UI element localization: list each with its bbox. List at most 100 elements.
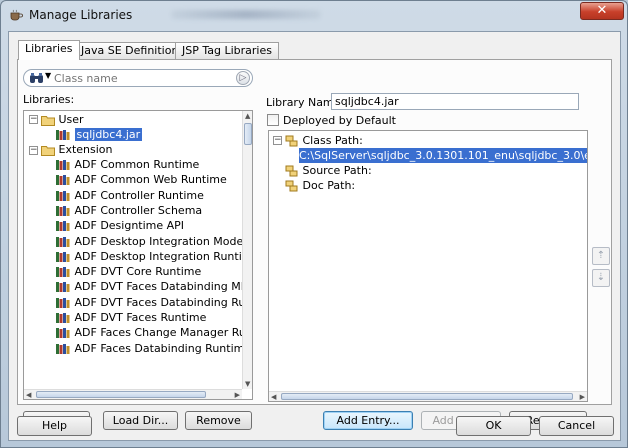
tree-node-extension[interactable]: Extension <box>41 142 113 157</box>
tree-node-label: ADF Designtime API <box>74 219 185 233</box>
tree-horizontal-scrollbar[interactable]: ◀ ▶ <box>24 389 242 399</box>
tree-node-library[interactable]: ADF DVT Faces Runtime <box>55 310 206 325</box>
tree-node-label: ADF DVT Faces Runtime <box>74 311 207 324</box>
tree-node-label: Extension <box>58 143 113 156</box>
source-path-node[interactable]: Source Path: <box>285 163 372 178</box>
library-name-field[interactable] <box>331 93 579 110</box>
tree-node-library[interactable]: ADF Desktop Integration Model API <box>55 234 253 249</box>
scroll-left-icon[interactable]: ◀ <box>271 393 276 401</box>
title-bar: Manage Libraries ✕ <box>1 1 627 31</box>
tree-vertical-scrollbar[interactable]: ▲ ▼ <box>242 111 252 389</box>
tree-vertical-thumb[interactable] <box>244 123 252 145</box>
tree-node-label: ADF Common Runtime <box>74 158 200 171</box>
class-name-search[interactable]: ▼ ▷ <box>23 69 253 87</box>
tab-java-se-definitions[interactable]: Java SE Definitions <box>74 42 192 59</box>
library-books-icon <box>56 175 70 186</box>
tree-node-label: ADF Common Web Runtime <box>74 173 227 187</box>
doc-path-node[interactable]: Doc Path: <box>285 178 355 193</box>
source-path-label: Source Path: <box>302 164 372 177</box>
folder-icon <box>41 145 55 156</box>
libraries-label: Libraries: <box>23 93 75 106</box>
tab-jsp-tag-libraries[interactable]: JSP Tag Libraries <box>175 42 279 59</box>
paths-horizontal-thumb[interactable] <box>281 393 573 400</box>
tree-node-library[interactable]: ADF Controller Runtime <box>55 188 204 203</box>
tree-node-label: ADF DVT Faces Databinding MDS Runti <box>74 280 253 294</box>
library-books-icon <box>56 313 70 323</box>
tree-node-label: User <box>58 113 84 126</box>
library-books-icon <box>56 297 70 308</box>
tree-node-sqljdbc4[interactable]: sqljdbc4.jar <box>55 127 143 142</box>
class-path-entry-text: C:\SqlServer\sqljdbc_3.0.1301.101_enu\sq… <box>299 149 587 162</box>
tree-node-library[interactable]: ADF DVT Core Runtime <box>55 264 201 279</box>
coffee-cup-icon <box>10 9 23 21</box>
collapse-extension-icon[interactable]: − <box>29 146 38 155</box>
tree-node-label: ADF Faces Change Manager Runtime 1 <box>74 326 253 340</box>
tree-horizontal-thumb[interactable] <box>36 391 206 398</box>
scroll-left-icon[interactable]: ◀ <box>26 391 31 399</box>
help-button[interactable]: Help <box>17 416 92 436</box>
search-go-icon[interactable]: ▷ <box>236 71 250 85</box>
library-books-icon <box>56 205 70 216</box>
library-books-icon <box>56 328 70 339</box>
library-books-icon <box>56 251 70 262</box>
tab-libraries[interactable]: Libraries <box>18 40 80 60</box>
tree-node-library[interactable]: ADF Common Web Runtime <box>55 172 227 187</box>
paths-horizontal-scrollbar[interactable]: ◀ ▶ <box>269 391 587 401</box>
collapse-class-path-icon[interactable]: − <box>273 136 282 145</box>
tree-node-library[interactable]: ADF Faces Databinding Runtime <box>55 341 251 356</box>
collapse-user-icon[interactable]: − <box>29 115 38 124</box>
scroll-right-icon[interactable]: ▶ <box>580 393 585 401</box>
tree-node-label: ADF DVT Core Runtime <box>74 265 202 279</box>
path-group-icon <box>285 180 298 192</box>
library-books-icon <box>56 236 70 247</box>
libraries-tree[interactable]: − User sqljdbc4.jar − Extension ADF Comm… <box>23 110 253 400</box>
dialog-body: Libraries Java SE Definitions JSP Tag Li… <box>8 31 621 441</box>
library-books-icon <box>56 221 70 232</box>
tree-node-user[interactable]: User <box>41 112 84 127</box>
tree-node-label: ADF Controller Runtime <box>74 188 204 202</box>
tree-node-label: ADF Controller Schema <box>74 203 203 217</box>
tree-node-library[interactable]: ADF Common Runtime <box>55 157 199 172</box>
close-button[interactable]: ✕ <box>580 2 624 20</box>
move-up-button[interactable]: ⇡ <box>592 247 610 265</box>
move-down-button[interactable]: ⇣ <box>592 269 610 287</box>
manage-libraries-window: Manage Libraries ✕ Libraries Java SE Def… <box>0 0 628 448</box>
remove-library-button[interactable]: Remove <box>185 411 252 430</box>
library-paths-tree[interactable]: − Class Path: C:\SqlServer\sqljdbc_3.0.1… <box>268 130 588 402</box>
libraries-tab-panel: ▼ ▷ Libraries: − User sqljdbc4.jar − <box>17 59 612 430</box>
library-books-icon <box>56 343 70 354</box>
tree-node-library[interactable]: ADF Designtime API <box>55 218 184 233</box>
tree-node-label: sqljdbc4.jar <box>74 128 143 141</box>
deployed-by-default-label[interactable]: Deployed by Default <box>283 114 396 127</box>
scroll-up-icon[interactable]: ▲ <box>245 112 250 120</box>
tree-node-label: ADF DVT Faces Databinding Runtime <box>74 295 253 309</box>
load-dir-button[interactable]: Load Dir... <box>103 411 178 430</box>
window-title: Manage Libraries <box>29 8 133 22</box>
class-path-node[interactable]: Class Path: <box>285 133 363 148</box>
ok-button[interactable]: OK <box>456 416 531 436</box>
library-books-icon <box>56 130 70 140</box>
cancel-button[interactable]: Cancel <box>539 416 614 436</box>
path-group-icon <box>285 135 298 147</box>
tree-node-library[interactable]: ADF DVT Faces Databinding Runtime <box>55 295 253 310</box>
class-path-entry[interactable]: C:\SqlServer\sqljdbc_3.0.1301.101_enu\sq… <box>299 148 587 163</box>
tree-node-label: ADF Desktop Integration Model API <box>74 234 253 248</box>
add-entry-button[interactable]: Add Entry... <box>323 411 413 430</box>
tree-node-label: ADF Faces Databinding Runtime <box>74 341 252 355</box>
folder-icon <box>41 115 55 126</box>
class-name-input[interactable] <box>24 70 252 86</box>
class-path-label: Class Path: <box>302 134 363 147</box>
scroll-down-icon[interactable]: ▼ <box>245 380 250 388</box>
tree-node-library[interactable]: ADF Desktop Integration Runtime <box>55 249 252 264</box>
scroll-right-icon[interactable]: ▶ <box>235 391 240 399</box>
library-books-icon <box>56 267 70 278</box>
tree-node-library[interactable]: ADF Controller Schema <box>55 203 202 218</box>
library-books-icon <box>56 160 70 170</box>
doc-path-label: Doc Path: <box>302 179 356 192</box>
tree-node-library[interactable]: ADF DVT Faces Databinding MDS Runti <box>55 279 253 294</box>
library-books-icon <box>56 282 70 293</box>
library-books-icon <box>56 190 70 201</box>
deployed-by-default-checkbox[interactable] <box>267 114 279 126</box>
tree-node-library[interactable]: ADF Faces Change Manager Runtime 1 <box>55 325 253 340</box>
blurred-title-text <box>171 10 321 19</box>
